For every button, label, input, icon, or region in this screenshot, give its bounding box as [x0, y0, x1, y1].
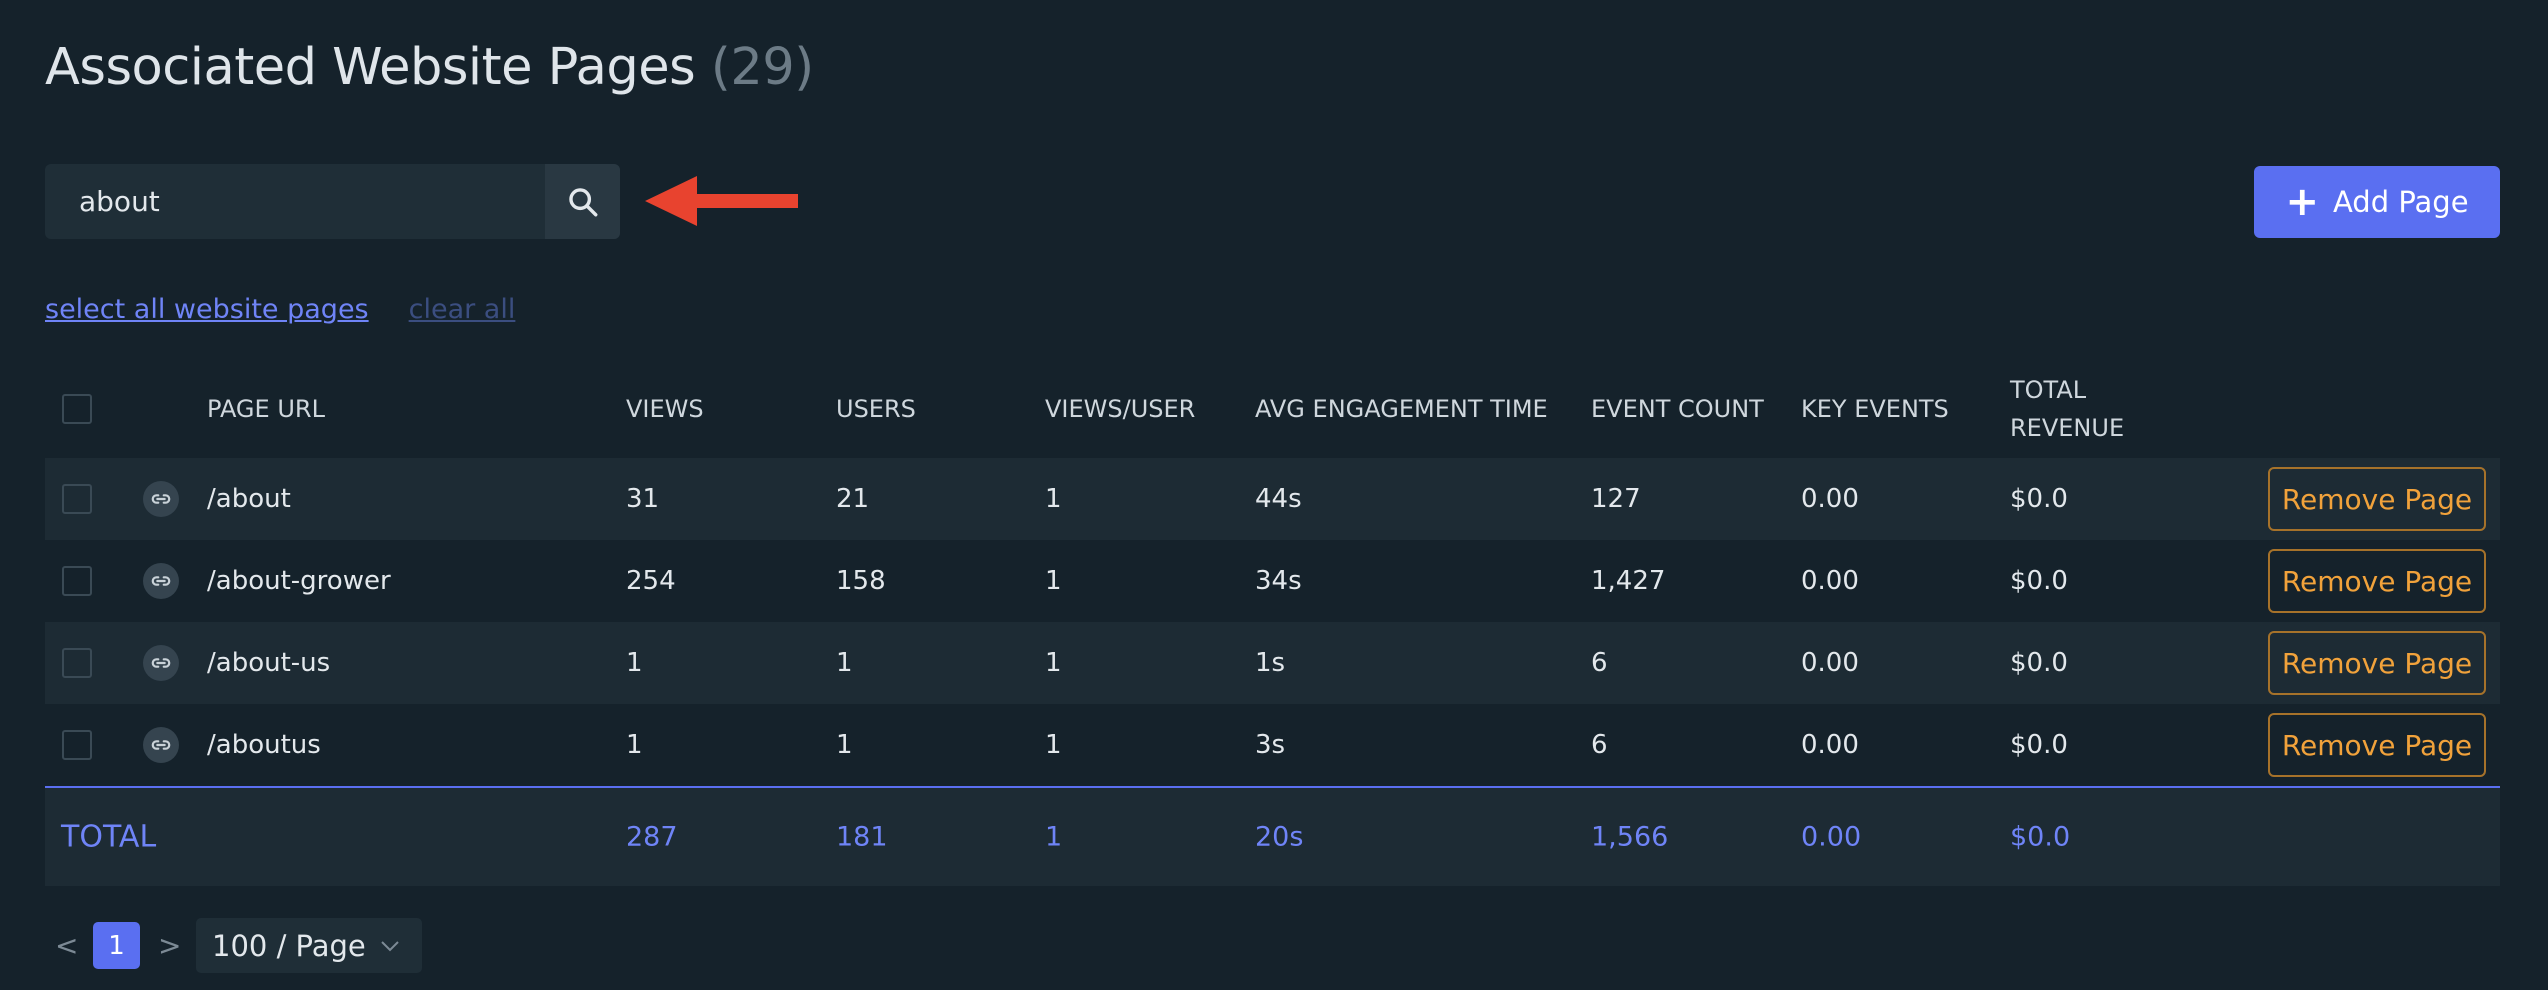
- table-row: /about-us 1 1 1 1s 6 0.00 $0.0 Remove Pa…: [45, 622, 2500, 704]
- page-title: Associated Website Pages (29): [45, 38, 814, 97]
- total-key-events: 0.00: [1801, 821, 1862, 853]
- header-users: USERS: [836, 395, 916, 423]
- arrow-annotation-icon: [645, 176, 798, 226]
- total-avg-engagement: 20s: [1255, 821, 1304, 853]
- cell-key-events: 0.00: [1801, 566, 1859, 596]
- total-event-count: 1,566: [1591, 821, 1669, 853]
- header-avg-engagement: AVG ENGAGEMENT TIME: [1255, 395, 1548, 423]
- select-all-link[interactable]: select all website pages: [45, 294, 369, 325]
- cell-users: 1: [836, 730, 853, 760]
- cell-url: /about-grower: [207, 566, 391, 596]
- row-checkbox[interactable]: [62, 566, 92, 596]
- cell-views: 1: [626, 648, 643, 678]
- page-number-button[interactable]: 1: [93, 922, 140, 969]
- header-event-count: EVENT COUNT: [1591, 395, 1764, 423]
- link-icon[interactable]: [143, 481, 179, 517]
- cell-views-per-user: 1: [1045, 648, 1062, 678]
- total-label: TOTAL: [61, 819, 157, 855]
- total-views: 287: [626, 821, 678, 853]
- cell-views-per-user: 1: [1045, 730, 1062, 760]
- cell-event-count: 1,427: [1591, 566, 1666, 596]
- cell-avg-engagement: 34s: [1255, 566, 1302, 596]
- cell-views-per-user: 1: [1045, 484, 1062, 514]
- table-row: /aboutus 1 1 1 3s 6 0.00 $0.0 Remove Pag…: [45, 704, 2500, 786]
- page-count: (29): [710, 38, 814, 97]
- pages-table: PAGE URL VIEWS USERS VIEWS/USER AVG ENGA…: [45, 360, 2500, 886]
- next-page-button[interactable]: >: [158, 929, 181, 962]
- cell-avg-engagement: 44s: [1255, 484, 1302, 514]
- remove-page-button[interactable]: Remove Page: [2268, 631, 2486, 695]
- cell-users: 1: [836, 648, 853, 678]
- cell-views: 254: [626, 566, 676, 596]
- cell-key-events: 0.00: [1801, 484, 1859, 514]
- cell-avg-engagement: 1s: [1255, 648, 1286, 678]
- cell-views: 31: [626, 484, 660, 514]
- remove-page-button[interactable]: Remove Page: [2268, 467, 2486, 531]
- pagination: < 1 > 100 / Page: [55, 918, 422, 973]
- table-total-row: TOTAL 287 181 1 20s 1,566 0.00 $0.0: [45, 786, 2500, 886]
- table-row: /about-grower 254 158 1 34s 1,427 0.00 $…: [45, 540, 2500, 622]
- cell-event-count: 127: [1591, 484, 1641, 514]
- cell-event-count: 6: [1591, 730, 1608, 760]
- cell-key-events: 0.00: [1801, 730, 1859, 760]
- chain-link-icon: [151, 494, 171, 504]
- add-page-button[interactable]: + Add Page: [2254, 166, 2500, 238]
- cell-users: 21: [836, 484, 870, 514]
- link-icon[interactable]: [143, 563, 179, 599]
- cell-revenue: $0.0: [2010, 730, 2068, 760]
- prev-page-button[interactable]: <: [55, 929, 78, 962]
- header-key-events: KEY EVENTS: [1801, 395, 1949, 423]
- chevron-down-icon: [381, 940, 399, 951]
- chain-link-icon: [151, 576, 171, 586]
- total-views-per-user: 1: [1045, 821, 1063, 853]
- cell-revenue: $0.0: [2010, 648, 2068, 678]
- cell-url: /aboutus: [207, 730, 321, 760]
- table-header: PAGE URL VIEWS USERS VIEWS/USER AVG ENGA…: [45, 360, 2500, 458]
- header-total-revenue-line2: REVENUE: [2010, 414, 2125, 442]
- total-users: 181: [836, 821, 888, 853]
- cell-views: 1: [626, 730, 643, 760]
- cell-revenue: $0.0: [2010, 566, 2068, 596]
- cell-event-count: 6: [1591, 648, 1608, 678]
- selection-links: select all website pages clear all: [45, 294, 515, 325]
- row-checkbox[interactable]: [62, 648, 92, 678]
- header-page-url: PAGE URL: [207, 395, 325, 423]
- plus-icon: +: [2285, 179, 2319, 225]
- cell-avg-engagement: 3s: [1255, 730, 1286, 760]
- remove-page-button[interactable]: Remove Page: [2268, 713, 2486, 777]
- link-icon[interactable]: [143, 727, 179, 763]
- cell-url: /about: [207, 484, 291, 514]
- header-total-revenue-line1: TOTAL: [2010, 376, 2087, 404]
- row-checkbox[interactable]: [62, 484, 92, 514]
- select-all-checkbox[interactable]: [62, 394, 92, 424]
- search-button[interactable]: [545, 164, 620, 239]
- link-icon[interactable]: [143, 645, 179, 681]
- clear-all-link[interactable]: clear all: [409, 294, 516, 325]
- cell-views-per-user: 1: [1045, 566, 1062, 596]
- page-title-text: Associated Website Pages: [45, 38, 696, 97]
- add-page-label: Add Page: [2332, 185, 2469, 219]
- cell-key-events: 0.00: [1801, 648, 1859, 678]
- table-row: /about 31 21 1 44s 127 0.00 $0.0 Remove …: [45, 458, 2500, 540]
- cell-revenue: $0.0: [2010, 484, 2068, 514]
- page-size-select[interactable]: 100 / Page: [196, 918, 422, 973]
- total-revenue: $0.0: [2010, 821, 2071, 853]
- chain-link-icon: [151, 658, 171, 668]
- header-total-revenue: TOTAL REVENUE: [2010, 371, 2124, 447]
- chain-link-icon: [151, 740, 171, 750]
- page-size-value: 100 / Page: [212, 928, 366, 963]
- cell-url: /about-us: [207, 648, 331, 678]
- header-views: VIEWS: [626, 395, 704, 423]
- row-checkbox[interactable]: [62, 730, 92, 760]
- search-icon: [568, 187, 597, 216]
- search-input[interactable]: [45, 164, 545, 239]
- header-views-per-user: VIEWS/USER: [1045, 395, 1196, 423]
- remove-page-button[interactable]: Remove Page: [2268, 549, 2486, 613]
- cell-users: 158: [836, 566, 886, 596]
- search-box: [45, 164, 620, 239]
